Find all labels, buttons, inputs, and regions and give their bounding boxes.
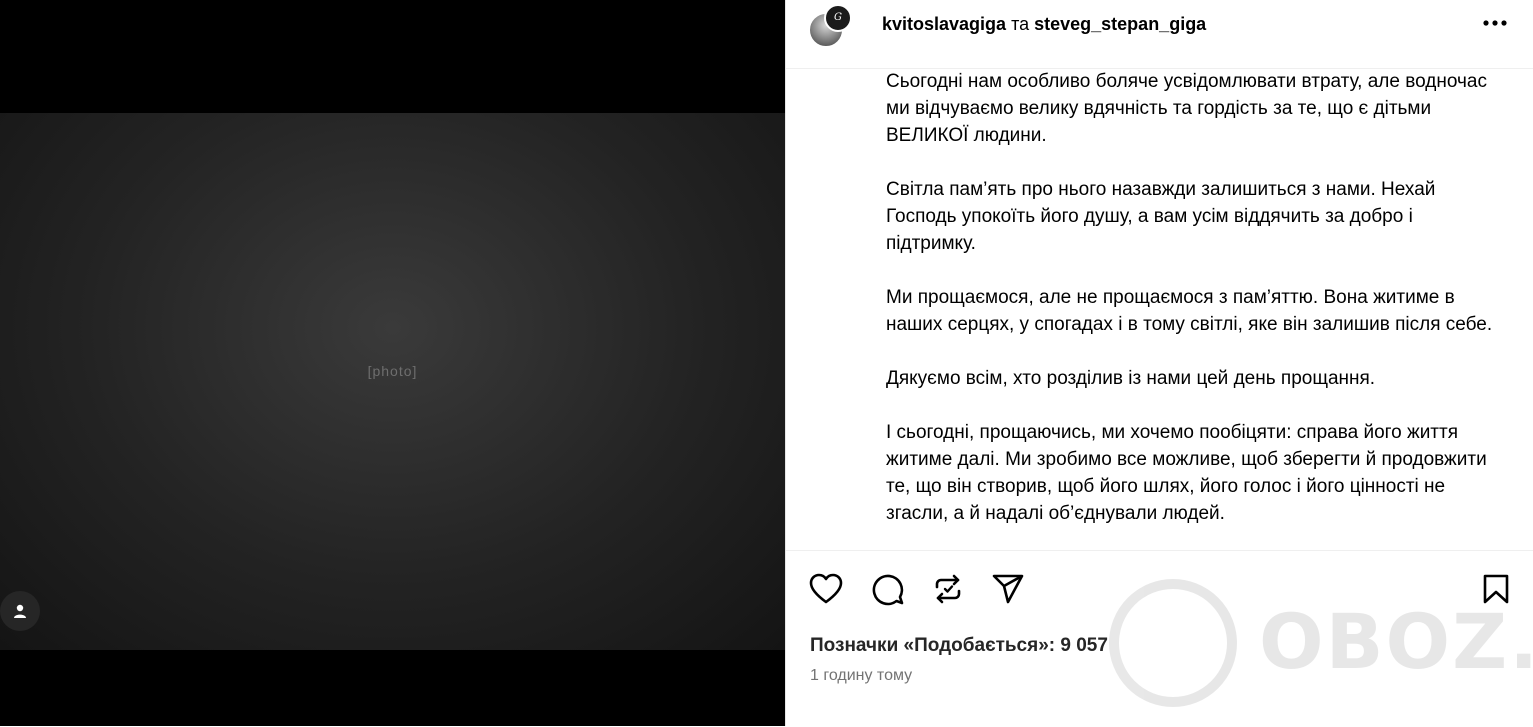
caption-paragraph: Сьогодні нам особливо боляче усвідомлюва… <box>886 71 1487 146</box>
save-button[interactable] <box>1478 571 1514 607</box>
comment-icon <box>872 574 904 606</box>
bookmark-icon <box>1483 574 1509 604</box>
more-options-button[interactable] <box>1480 10 1510 36</box>
comment-button[interactable] <box>870 571 906 607</box>
likes-count[interactable]: Позначки «Подобається»: 9 057 <box>810 635 1108 657</box>
heart-icon <box>809 573 843 604</box>
author-link-secondary[interactable]: steveg_stepan_giga <box>1034 14 1206 34</box>
watermark-text: OBOZ.UA <box>1259 597 1533 686</box>
watermark-logo: OBOZ.UA <box>1107 579 1533 719</box>
repost-button[interactable] <box>930 571 966 607</box>
share-icon <box>992 574 1024 604</box>
post-actions: OBOZ.UA <box>786 550 1533 727</box>
avatar[interactable]: G <box>808 4 852 48</box>
more-horizontal-icon <box>1483 20 1507 26</box>
globe-icon <box>1109 579 1237 707</box>
post-authors: kvitoslavagiga та steveg_stepan_giga <box>882 12 1206 36</box>
caption-paragraph: Дякуємо всім, хто розділив із нами цей д… <box>886 368 1376 389</box>
post-header: G kvitoslavagiga та steveg_stepan_giga <box>786 0 1533 69</box>
post-photo[interactable]: [photo] <box>0 113 785 650</box>
author-joiner: та <box>1011 14 1030 34</box>
post-media: [photo] <box>0 0 785 726</box>
user-tag-button[interactable] <box>0 591 40 631</box>
caption-paragraph: Світла пам’ять про нього назавжди залиши… <box>886 179 1436 254</box>
post-caption: Сьогодні нам особливо боляче усвідомлюва… <box>886 68 1506 550</box>
post-sidebar: G kvitoslavagiga та steveg_stepan_giga Сьо… <box>785 0 1533 726</box>
caption-paragraph: І сьогодні, прощаючись, ми хочемо пообіц… <box>886 422 1487 524</box>
photo-placeholder: [photo] <box>367 363 418 379</box>
post-timestamp[interactable]: 1 годину тому <box>810 667 912 685</box>
author-link-primary[interactable]: kvitoslavagiga <box>882 14 1006 34</box>
avatar-secondary: G <box>824 4 852 32</box>
repost-icon <box>935 574 961 604</box>
like-button[interactable] <box>808 571 844 607</box>
caption-paragraph: Ми прощаємося, але не прощаємося з пам’я… <box>886 287 1493 335</box>
share-button[interactable] <box>990 571 1026 607</box>
user-tag-icon <box>14 604 26 618</box>
